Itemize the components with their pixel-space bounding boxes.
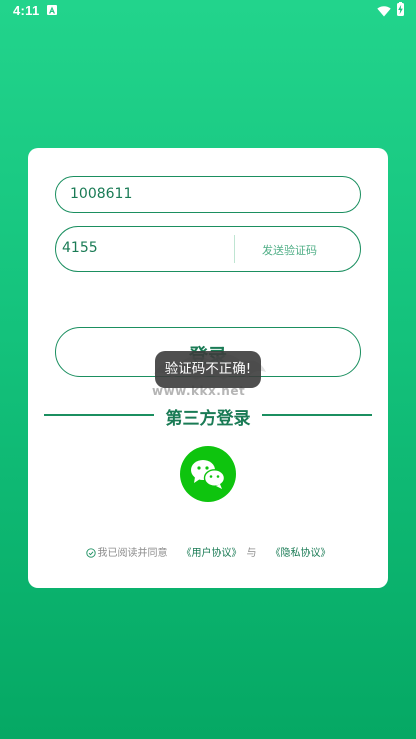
check-circle-icon[interactable] xyxy=(85,548,96,558)
agreement-row: 我已阅读并同意 《用户协议》与 《隐私协议》 xyxy=(28,544,388,559)
code-divider xyxy=(234,235,235,263)
third-party-login-divider: 第三方登录 xyxy=(44,404,372,429)
privacy-agreement-link[interactable]: 《隐私协议》 xyxy=(271,548,331,559)
wechat-icon xyxy=(191,460,226,489)
send-code-button[interactable]: 发送验证码 xyxy=(262,242,317,258)
wifi-icon xyxy=(377,4,391,22)
agreement-prefix: 我已阅读并同意 xyxy=(97,548,168,559)
error-toast: 验证码不正确! xyxy=(155,351,261,388)
status-bar: 4:11 xyxy=(0,0,416,22)
third-party-login-title: 第三方登录 xyxy=(165,409,251,429)
phone-input-value: 1008611 xyxy=(70,186,133,202)
a-letter-icon xyxy=(47,5,57,15)
user-agreement-link[interactable]: 《用户协议》 xyxy=(182,548,242,559)
verification-code-value: 4155 xyxy=(62,240,98,256)
wechat-login-button[interactable] xyxy=(180,446,236,502)
status-time: 4:11 xyxy=(13,3,40,18)
divider-line-right xyxy=(262,414,372,416)
phone-input[interactable]: 1008611 xyxy=(55,176,361,213)
divider-line-left xyxy=(44,414,154,416)
verification-code-input[interactable]: 4155 发送验证码 xyxy=(55,226,361,272)
agreement-and: 与 xyxy=(246,548,257,559)
battery-charging-icon xyxy=(397,3,404,16)
